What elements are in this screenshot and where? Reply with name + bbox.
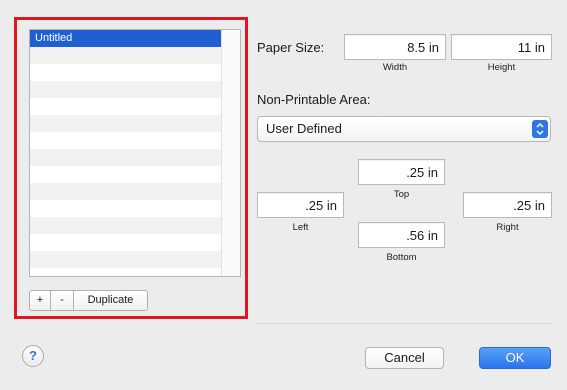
paper-width-field[interactable]: 8.5 in (344, 34, 446, 60)
right-caption: Right (496, 222, 519, 233)
add-button[interactable]: + (29, 290, 51, 311)
chevron-up-down-icon (532, 120, 548, 138)
list-item-empty (30, 234, 221, 251)
paper-height-field[interactable]: 11 in (451, 34, 552, 60)
top-margin-field[interactable]: .25 in (358, 159, 445, 185)
non-printable-area-popup[interactable]: User Defined (257, 116, 551, 142)
list-item-empty (30, 115, 221, 132)
footer-divider (257, 323, 552, 324)
width-caption: Width (382, 62, 408, 73)
list-item-empty (30, 217, 221, 234)
ok-button[interactable]: OK (479, 347, 551, 369)
duplicate-button[interactable]: Duplicate (74, 290, 148, 311)
list-item-empty (30, 166, 221, 183)
top-caption: Top (393, 189, 410, 200)
list-button-bar: + - Duplicate (29, 290, 148, 311)
list-item-empty (30, 132, 221, 149)
left-margin-field[interactable]: .25 in (257, 192, 344, 218)
list-item-empty (30, 183, 221, 200)
paper-size-label: Paper Size: (257, 40, 325, 55)
left-caption: Left (292, 222, 309, 233)
bottom-caption: Bottom (386, 252, 417, 263)
list-item-empty (30, 200, 221, 217)
height-caption: Height (487, 62, 516, 73)
right-margin-field[interactable]: .25 in (463, 192, 552, 218)
paper-list-rows: Untitled (30, 30, 221, 268)
list-item-empty (30, 98, 221, 115)
list-item-empty (30, 47, 221, 64)
list-item-empty (30, 251, 221, 268)
bottom-margin-field[interactable]: .56 in (358, 222, 445, 248)
list-item-empty (30, 64, 221, 81)
list-scrollbar[interactable] (221, 30, 240, 276)
list-item-empty (30, 81, 221, 98)
list-item[interactable]: Untitled (30, 30, 221, 47)
help-button[interactable]: ? (22, 345, 44, 367)
non-printable-area-label: Non-Printable Area: (257, 92, 371, 107)
popup-selected-value: User Defined (266, 121, 342, 136)
remove-button[interactable]: - (51, 290, 74, 311)
cancel-button[interactable]: Cancel (365, 347, 444, 369)
paper-list[interactable]: Untitled (29, 29, 241, 277)
list-item-empty (30, 149, 221, 166)
question-mark-icon: ? (29, 348, 37, 363)
